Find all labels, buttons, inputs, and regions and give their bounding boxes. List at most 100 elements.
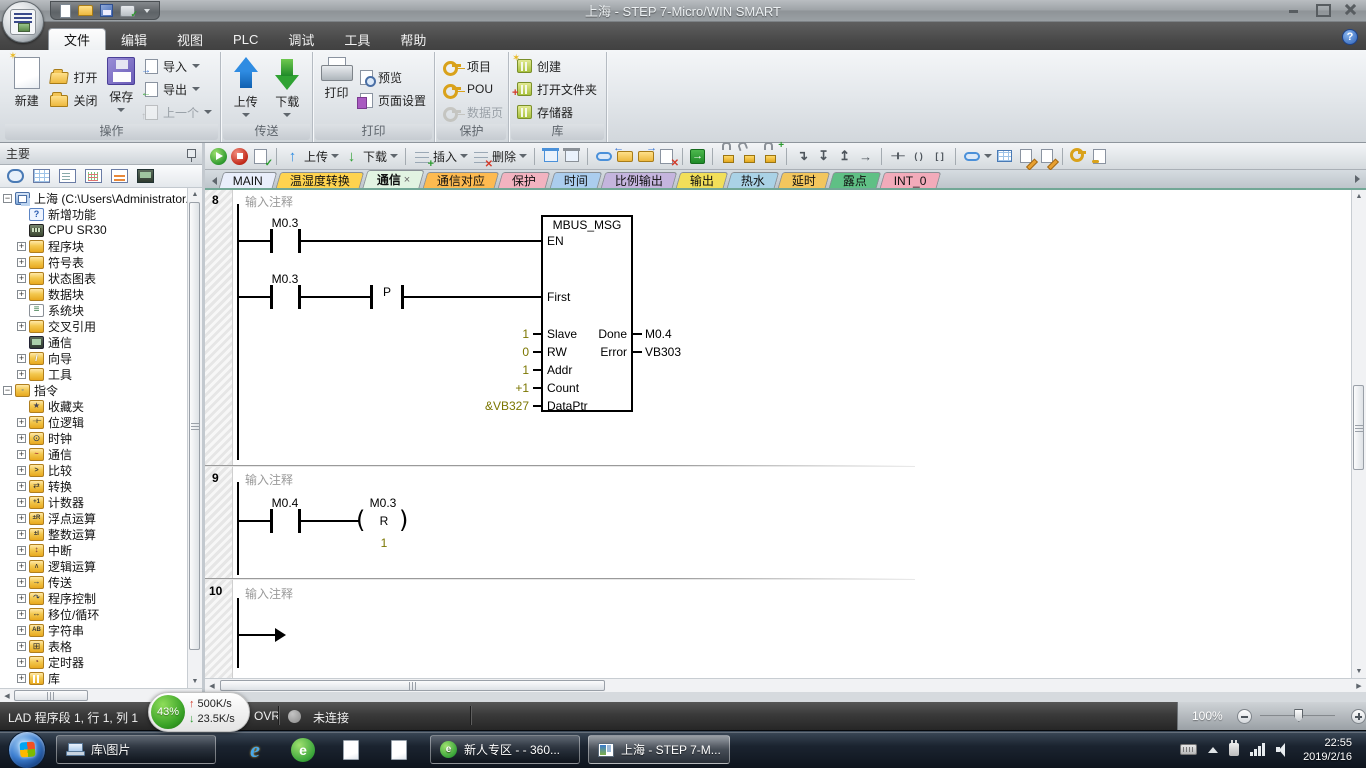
- tree-item[interactable]: 库: [0, 670, 187, 686]
- editor-horizontal-scrollbar[interactable]: ◀ ▶: [205, 678, 1366, 692]
- tree-item[interactable]: 数据块: [0, 286, 187, 302]
- expand-toggle-icon[interactable]: [3, 386, 12, 395]
- tree-vertical-scrollbar[interactable]: ▲ ▼: [187, 188, 202, 688]
- insert-network-button[interactable]: 插入: [413, 148, 468, 165]
- editor-tab[interactable]: 时间: [549, 172, 602, 188]
- operand-value[interactable]: 1: [363, 536, 405, 550]
- page-setup-button[interactable]: 页面设置: [360, 91, 426, 110]
- quick-open-icon[interactable]: [78, 5, 93, 16]
- contact-symbol[interactable]: [270, 285, 273, 309]
- edit-network-icon[interactable]: [1041, 149, 1053, 163]
- network-comment[interactable]: 输入注释: [245, 193, 293, 210]
- taskbar-explorer-button[interactable]: 库\图片: [56, 735, 216, 764]
- communication-view-icon[interactable]: [137, 169, 154, 183]
- tree-item[interactable]: 转换: [0, 478, 187, 494]
- volume-icon[interactable]: [1276, 743, 1290, 756]
- editor-tab[interactable]: 通信对应: [423, 172, 500, 188]
- editor-tab[interactable]: 输出: [675, 172, 728, 188]
- open-windows-icon[interactable]: [544, 150, 558, 162]
- close-button[interactable]: [1344, 4, 1356, 14]
- protected-document-icon[interactable]: [1093, 149, 1106, 164]
- upload-button[interactable]: 上传: [226, 54, 266, 124]
- operand-value[interactable]: 0: [451, 345, 529, 359]
- tree-item[interactable]: 浮点运算: [0, 510, 187, 526]
- compile-check-icon[interactable]: [254, 149, 267, 164]
- ladder-canvas[interactable]: 8 输入注释 M0.3 M0.3 P: [205, 190, 1351, 678]
- editor-tab[interactable]: 比例输出: [600, 172, 677, 188]
- library-create-button[interactable]: 创建: [517, 57, 597, 76]
- tree-item[interactable]: 传送: [0, 574, 187, 590]
- operand-value[interactable]: 1: [451, 327, 529, 341]
- lock-icon[interactable]: [723, 155, 734, 163]
- editor-tab[interactable]: 露点: [828, 172, 881, 188]
- app-menu-button[interactable]: [2, 1, 44, 43]
- quick-print-icon[interactable]: [120, 5, 135, 17]
- taskbar-step7-window-button[interactable]: 上海 - STEP 7-M...: [588, 735, 730, 764]
- network-comment[interactable]: 输入注释: [245, 471, 293, 488]
- stop-icon[interactable]: [231, 148, 248, 165]
- expand-toggle-icon[interactable]: [17, 466, 26, 475]
- editor-scrollbar-thumb[interactable]: [1353, 385, 1364, 470]
- box-symbol-icon[interactable]: [931, 148, 948, 165]
- print-button[interactable]: 打印: [318, 54, 355, 124]
- toolbar-download-button[interactable]: 下载: [343, 148, 398, 165]
- upload-dropdown-icon[interactable]: [331, 154, 339, 158]
- close-button[interactable]: 关闭: [50, 91, 97, 110]
- document-view-icon[interactable]: [59, 169, 76, 183]
- document-icon[interactable]: [382, 740, 416, 760]
- tree-item[interactable]: 中断: [0, 542, 187, 558]
- expand-toggle-icon[interactable]: [17, 370, 26, 379]
- protect-project-button[interactable]: 项目: [443, 57, 503, 76]
- tree-scrollbar-thumb[interactable]: [189, 202, 200, 650]
- tab-scroll-right-icon[interactable]: [1351, 171, 1364, 186]
- tree-item[interactable]: 新增功能: [0, 206, 187, 222]
- editor-hscrollbar-thumb[interactable]: [220, 680, 605, 691]
- menu-tab[interactable]: 编辑: [106, 28, 162, 50]
- zoom-in-button[interactable]: [1351, 709, 1366, 724]
- expand-toggle-icon[interactable]: [17, 530, 26, 539]
- editor-tab[interactable]: 通信 ×: [362, 170, 425, 188]
- scroll-left-icon[interactable]: ◀: [0, 689, 14, 702]
- expand-toggle-icon[interactable]: [17, 434, 26, 443]
- grid-view-icon[interactable]: [33, 169, 50, 183]
- tree-item[interactable]: 收藏夹: [0, 398, 187, 414]
- scroll-down-icon[interactable]: ▼: [1352, 665, 1366, 678]
- tree-item[interactable]: 通信: [0, 334, 187, 350]
- list-view-icon[interactable]: [111, 169, 128, 183]
- tree-item[interactable]: 字符串: [0, 622, 187, 638]
- quick-access-dropdown-icon[interactable]: [144, 9, 150, 13]
- tree-item[interactable]: 时钟: [0, 430, 187, 446]
- expand-toggle-icon[interactable]: [17, 514, 26, 523]
- new-button[interactable]: 新建: [8, 54, 45, 124]
- tree-hscrollbar-thumb[interactable]: [14, 690, 88, 701]
- tree-item[interactable]: 上海 (C:\Users\Administrator..: [0, 190, 187, 206]
- address-tag-icon[interactable]: [964, 152, 980, 161]
- expand-toggle-icon[interactable]: [17, 674, 26, 683]
- import-button[interactable]: 导入: [145, 57, 212, 76]
- operand-value[interactable]: &VB327: [451, 399, 529, 413]
- network-speed-overlay[interactable]: 43% ↑500K/s ↓23.5K/s: [148, 692, 250, 732]
- symbol-table-icon[interactable]: [997, 150, 1012, 162]
- pin-icon[interactable]: [187, 149, 196, 158]
- expand-toggle-icon[interactable]: [17, 546, 26, 555]
- taskbar-clock[interactable]: 22:55 2019/2/16: [1301, 736, 1358, 764]
- tree-item[interactable]: 定时器: [0, 654, 187, 670]
- key-icon[interactable]: [1071, 151, 1087, 161]
- output-operand[interactable]: VB303: [645, 345, 681, 359]
- export-dropdown-icon[interactable]: [192, 87, 200, 91]
- network-signal-icon[interactable]: [1250, 743, 1265, 756]
- expand-toggle-icon[interactable]: [17, 562, 26, 571]
- editor-vertical-scrollbar[interactable]: ▲ ▼: [1351, 190, 1366, 678]
- save-dropdown-icon[interactable]: [117, 108, 125, 112]
- branch-junction-icon[interactable]: [815, 148, 832, 165]
- minimize-button[interactable]: [1288, 4, 1300, 14]
- import-dropdown-icon[interactable]: [192, 64, 200, 68]
- edit-symbols-icon[interactable]: [1020, 149, 1032, 163]
- tree-item[interactable]: 向导: [0, 350, 187, 366]
- expand-toggle-icon[interactable]: [17, 610, 26, 619]
- tree-item[interactable]: 程序块: [0, 238, 187, 254]
- goto-icon[interactable]: [690, 149, 705, 164]
- quick-save-icon[interactable]: [100, 4, 113, 17]
- delete-network-button[interactable]: 删除: [472, 148, 527, 165]
- branch-down-icon[interactable]: [794, 148, 811, 165]
